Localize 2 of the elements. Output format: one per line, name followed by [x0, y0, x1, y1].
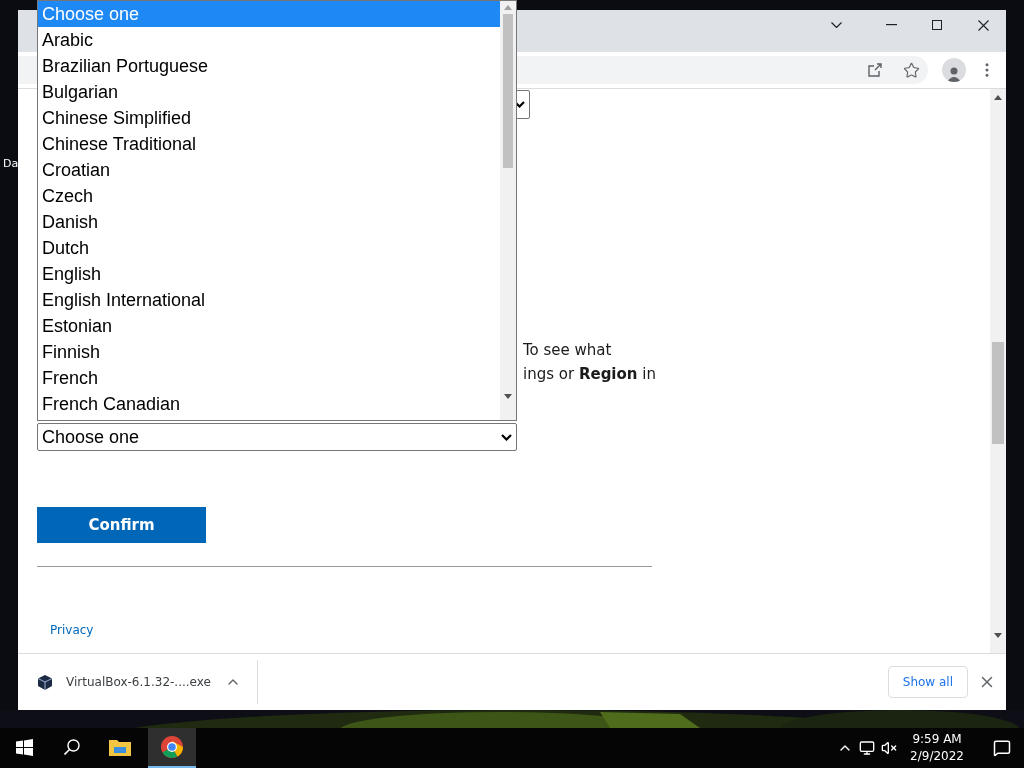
- paragraph-text: ings or Region in: [523, 364, 656, 385]
- paragraph-text: To see what: [523, 340, 613, 361]
